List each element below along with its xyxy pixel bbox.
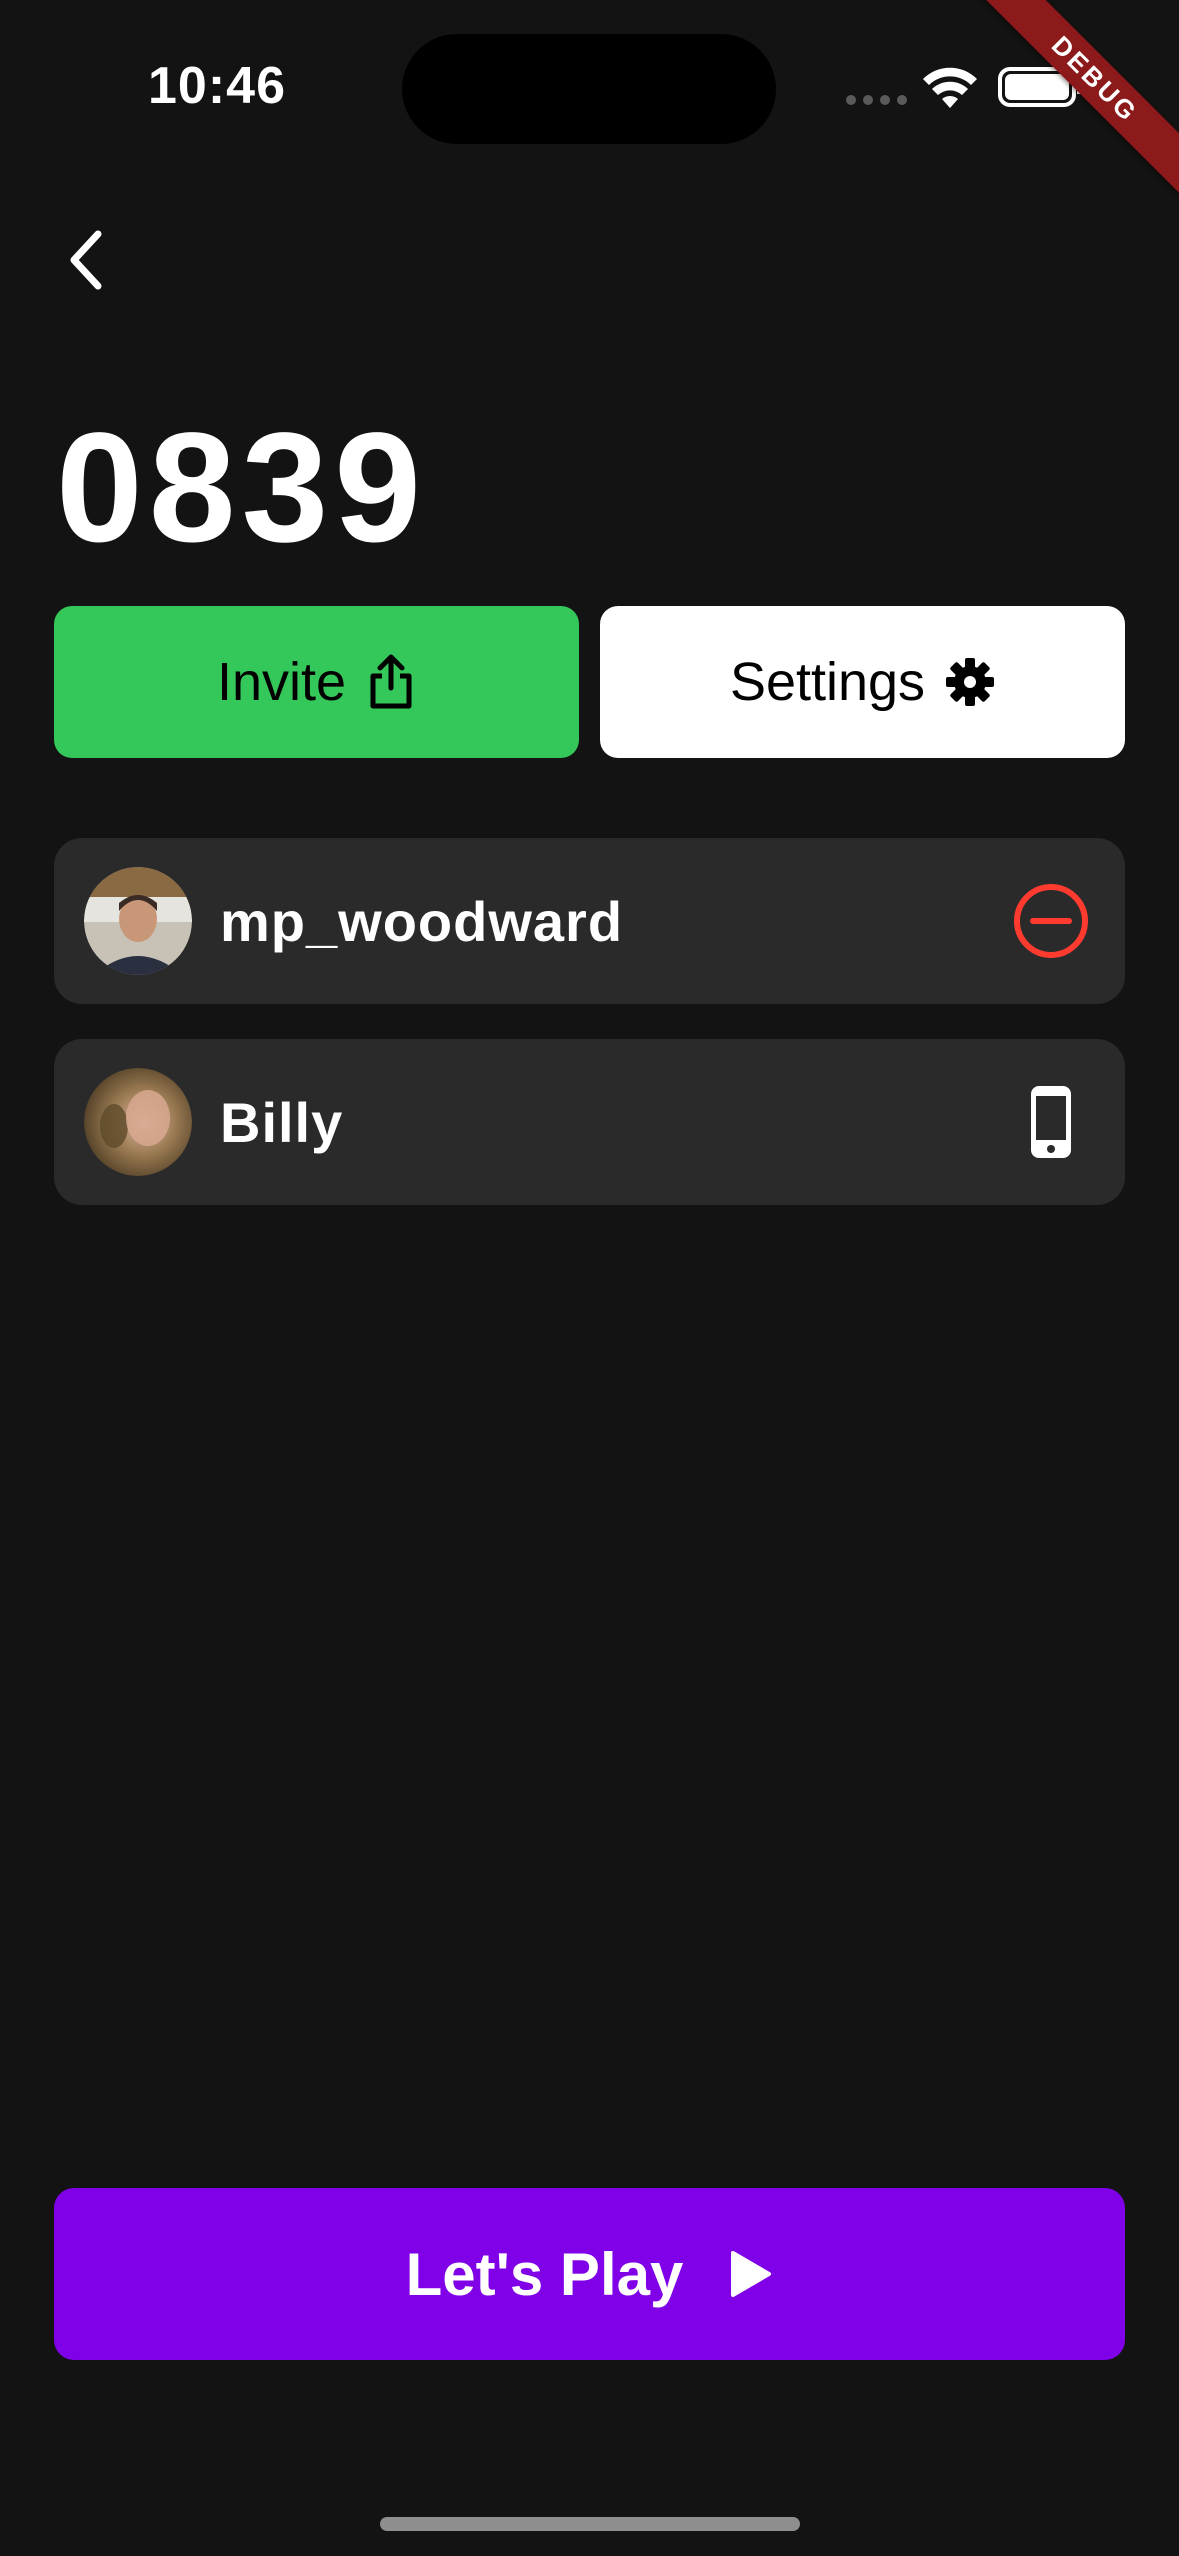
room-code: 0839 (56, 401, 428, 575)
home-indicator[interactable] (380, 2517, 800, 2531)
share-icon (370, 654, 412, 709)
settings-label: Settings (729, 652, 926, 712)
wifi-icon (923, 67, 977, 108)
player-name: Billy (220, 1090, 344, 1154)
player-name: mp_woodward (220, 889, 624, 953)
invite-label: Invite (216, 652, 347, 712)
lets-play-button[interactable]: Let's Play (54, 2188, 1125, 2360)
gear-icon (946, 658, 995, 706)
player-row-billy[interactable]: Billy (54, 1039, 1125, 1205)
player-row-mp-woodward[interactable]: mp_woodward (54, 838, 1125, 1004)
play-icon (731, 2251, 772, 2297)
cellular-signal-icon (846, 95, 907, 105)
lobby-screen: 10:46 DEBUG 0839 Invite Settings mp_wood… (0, 0, 1179, 2556)
settings-button[interactable]: Settings (600, 606, 1125, 758)
remove-circle-icon[interactable] (1011, 881, 1091, 961)
back-button[interactable] (50, 220, 130, 300)
status-time: 10:46 (148, 57, 286, 115)
avatar (84, 867, 192, 975)
invite-button[interactable]: Invite (54, 606, 579, 758)
dynamic-island (402, 34, 776, 144)
play-label: Let's Play (405, 2240, 684, 2308)
phone-icon (1031, 1086, 1071, 1158)
avatar (84, 1068, 192, 1176)
